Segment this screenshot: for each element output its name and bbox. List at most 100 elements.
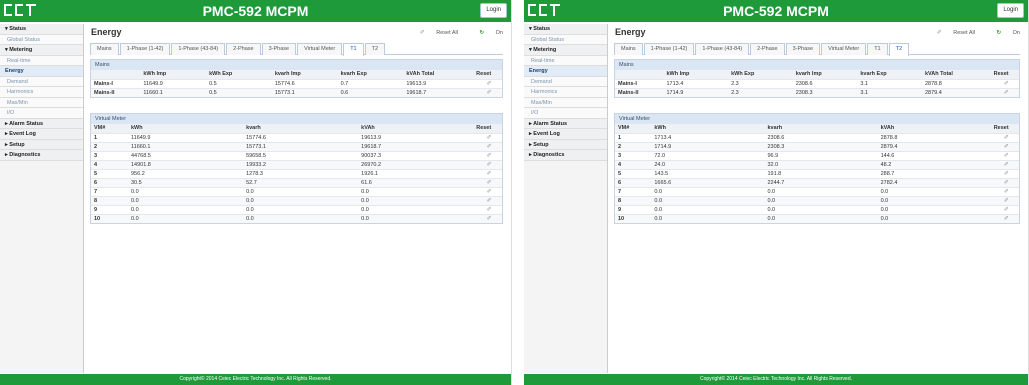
table-row: 10 0.0 0.0 0.0 ✐ xyxy=(91,213,502,223)
column-header: kvarh Imp xyxy=(792,70,858,79)
reset-cell: ✐ xyxy=(990,150,1019,160)
tab-4[interactable]: 3-Phase xyxy=(785,43,821,55)
reset-all-button[interactable]: ✐ Reset All xyxy=(927,30,975,36)
table-cell: 0.0 xyxy=(358,186,474,196)
reset-icon[interactable]: ✐ xyxy=(1004,171,1009,177)
tab-2[interactable]: 1-Phase (43-84) xyxy=(171,43,226,55)
reset-icon[interactable]: ✐ xyxy=(487,144,492,150)
reset-icon[interactable]: ✐ xyxy=(1004,216,1009,222)
table-row: Mains-I 1713.4 2.3 2308.6 3.1 2878.8 ✐ xyxy=(615,78,1019,88)
reset-icon[interactable]: ✐ xyxy=(1004,144,1009,150)
reset-icon[interactable]: ✐ xyxy=(1004,90,1009,96)
sidebar-item[interactable]: Energy xyxy=(0,66,83,77)
sidebar-item[interactable]: ▸ Diagnostics xyxy=(0,150,83,161)
tab-5[interactable]: Virtual Meter xyxy=(297,43,343,55)
refresh-icon: ↻ xyxy=(996,30,1002,36)
tab-5[interactable]: Virtual Meter xyxy=(821,43,867,55)
table-row: 1 1713.4 2308.6 2878.8 ✐ xyxy=(615,132,1019,142)
table-cell: Mains-II xyxy=(615,87,664,97)
table-cell: 7 xyxy=(615,186,652,196)
tab-0[interactable]: Mains xyxy=(614,43,643,55)
reset-icon[interactable]: ✐ xyxy=(1004,153,1009,159)
table-cell: 4 xyxy=(615,159,652,169)
tab-6[interactable]: T1 xyxy=(343,43,364,56)
sidebar-item[interactable]: ▸ Alarm Status xyxy=(0,118,83,129)
sidebar-item[interactable]: ▾ Metering xyxy=(524,45,607,56)
sidebar-item[interactable]: ▾ Metering xyxy=(0,45,83,56)
sidebar-item[interactable]: Max/Min xyxy=(524,97,607,108)
reset-icon[interactable]: ✐ xyxy=(487,162,492,168)
tab-7[interactable]: T2 xyxy=(888,43,910,56)
sidebar-item[interactable]: ▸ Event Log xyxy=(524,129,607,140)
reset-icon[interactable]: ✐ xyxy=(1004,198,1009,204)
reset-cell: ✐ xyxy=(990,177,1019,187)
table-cell: 0.0 xyxy=(358,204,474,214)
reset-cell: ✐ xyxy=(990,195,1019,205)
table-cell: 2244.7 xyxy=(764,177,878,187)
sidebar-item[interactable]: ▸ Setup xyxy=(0,139,83,150)
sidebar-item[interactable]: ▸ Setup xyxy=(524,139,607,150)
reset-icon[interactable]: ✐ xyxy=(1004,81,1009,87)
table-cell: 1 xyxy=(91,132,128,142)
table-row: 10 0.0 0.0 0.0 ✐ xyxy=(615,213,1019,223)
table-cell: 0.0 xyxy=(358,195,474,205)
reset-icon[interactable]: ✐ xyxy=(1004,162,1009,168)
column-header: kWh Exp xyxy=(728,70,793,79)
tab-7[interactable]: T2 xyxy=(364,43,386,55)
table-cell: 1926.1 xyxy=(358,168,474,178)
tab-6[interactable]: T1 xyxy=(867,43,888,55)
table-row: Mains-II 1714.9 2.3 2308.3 3.1 2879.4 ✐ xyxy=(615,87,1019,97)
reset-icon[interactable]: ✐ xyxy=(487,90,492,96)
tab-2[interactable]: 1-Phase (43-84) xyxy=(695,43,750,55)
sidebar-item[interactable]: ▸ Alarm Status xyxy=(524,118,607,129)
sidebar-item[interactable]: ▸ Event Log xyxy=(0,129,83,140)
sidebar-item[interactable]: Energy xyxy=(524,66,607,77)
reset-icon[interactable]: ✐ xyxy=(487,153,492,159)
sidebar-item[interactable]: Real-time xyxy=(0,55,83,66)
table-cell: 144.6 xyxy=(877,150,991,160)
tab-0[interactable]: Mains xyxy=(90,43,119,55)
sidebar-item[interactable]: Demand xyxy=(524,76,607,87)
reset-icon[interactable]: ✐ xyxy=(1004,207,1009,213)
tab-4[interactable]: 3-Phase xyxy=(261,43,297,55)
table-cell: 0.0 xyxy=(651,213,765,223)
reset-icon[interactable]: ✐ xyxy=(487,171,492,177)
reset-icon[interactable]: ✐ xyxy=(487,81,492,87)
table-row: 3 44768.5 59658.5 90037.3 ✐ xyxy=(91,150,502,160)
tab-1[interactable]: 1-Phase (1-42) xyxy=(119,43,171,55)
sidebar-item[interactable]: Global Status xyxy=(524,34,607,45)
sidebar-item[interactable]: Real-time xyxy=(524,55,607,66)
reset-icon[interactable]: ✐ xyxy=(487,207,492,213)
login-button[interactable]: Login xyxy=(997,3,1024,18)
tab-3[interactable]: 2-Phase xyxy=(750,43,785,55)
table-row: 7 0.0 0.0 0.0 ✐ xyxy=(91,186,502,196)
sidebar-item[interactable]: Harmonics xyxy=(0,87,83,98)
sidebar-item[interactable]: I/O xyxy=(524,108,607,119)
reset-icon[interactable]: ✐ xyxy=(487,216,492,222)
reset-all-button[interactable]: ✐ Reset All xyxy=(410,30,458,36)
reset-icon[interactable]: ✐ xyxy=(487,135,492,141)
sidebar-item[interactable]: ▾ Status xyxy=(0,24,83,35)
sidebar-item[interactable]: I/O xyxy=(0,108,83,119)
sidebar-item[interactable]: Harmonics xyxy=(524,87,607,98)
reset-icon[interactable]: ✐ xyxy=(487,180,492,186)
table-cell: 10 xyxy=(615,213,652,223)
sidebar-item[interactable]: ▸ Diagnostics xyxy=(524,150,607,161)
sidebar-item[interactable]: Global Status xyxy=(0,34,83,45)
sidebar-item[interactable]: ▾ Status xyxy=(524,24,607,35)
table-cell: 0.0 xyxy=(877,213,991,223)
sidebar-item[interactable]: Max/Min xyxy=(0,97,83,108)
tab-3[interactable]: 2-Phase xyxy=(226,43,261,55)
tab-1[interactable]: 1-Phase (1-42) xyxy=(643,43,695,55)
login-button[interactable]: Login xyxy=(480,3,507,18)
reset-icon[interactable]: ✐ xyxy=(487,189,492,195)
reset-icon[interactable]: ✐ xyxy=(1004,180,1009,186)
table-cell: 19613.9 xyxy=(403,78,474,88)
refresh-toggle[interactable]: ↻ On xyxy=(987,30,1020,36)
reset-icon[interactable]: ✐ xyxy=(1004,189,1009,195)
reset-icon[interactable]: ✐ xyxy=(487,198,492,204)
refresh-toggle[interactable]: ↻ On xyxy=(470,30,503,36)
table-cell: 0.0 xyxy=(127,204,244,214)
reset-icon[interactable]: ✐ xyxy=(1004,135,1009,141)
sidebar-item[interactable]: Demand xyxy=(0,76,83,87)
